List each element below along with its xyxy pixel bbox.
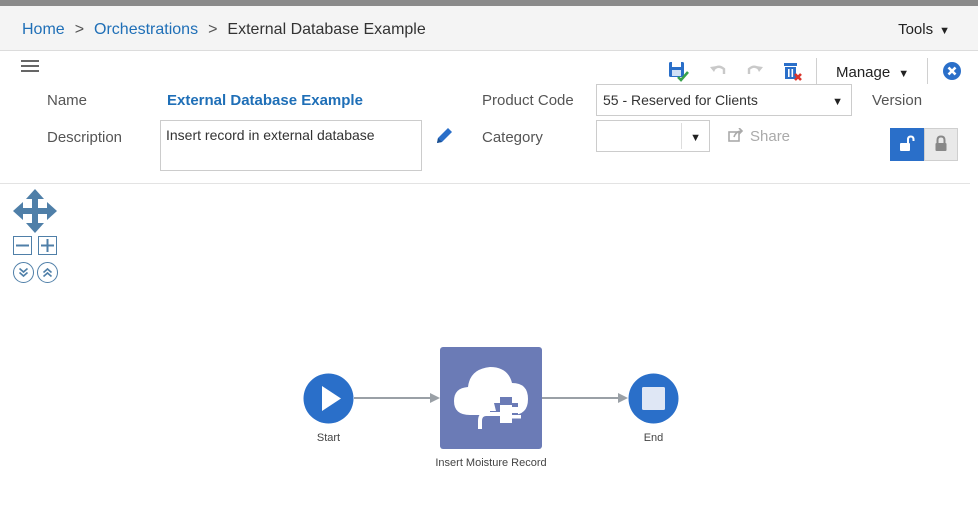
redo-icon[interactable]	[744, 60, 766, 82]
header-divider	[0, 183, 970, 184]
expand-all-button[interactable]	[13, 262, 34, 283]
arrow-head	[618, 393, 628, 403]
undo-icon[interactable]	[707, 60, 729, 82]
delete-icon[interactable]	[781, 60, 803, 82]
product-code-value: 55 - Reserved for Clients	[603, 92, 758, 108]
unlock-button[interactable]	[890, 128, 924, 161]
save-and-validate-icon[interactable]	[667, 60, 689, 82]
toolbar-separator	[927, 58, 928, 84]
insert-moisture-record-step[interactable]	[440, 347, 542, 449]
double-chevron-down-icon	[18, 267, 29, 278]
pencil-icon[interactable]	[433, 125, 455, 147]
lock-toggle	[890, 128, 959, 161]
start-node-label: Start	[316, 432, 341, 444]
end-node[interactable]	[628, 373, 679, 424]
end-node-label: End	[643, 432, 664, 444]
product-code-label: Product Code	[482, 92, 574, 109]
caret-down-icon: ▼	[939, 25, 950, 37]
share-button[interactable]: Share	[728, 127, 791, 145]
minus-icon	[16, 244, 29, 247]
stop-icon	[642, 387, 665, 410]
share-icon	[728, 127, 744, 142]
cloud-plug-icon	[454, 367, 528, 429]
breadcrumb-home-link[interactable]: Home	[22, 21, 65, 38]
arrow-head	[430, 393, 440, 403]
share-label: Share	[750, 128, 791, 145]
breadcrumb-orchestrations-link[interactable]: Orchestrations	[94, 21, 198, 38]
caret-down-icon: ▼	[832, 96, 843, 108]
breadcrumb: Home > Orchestrations > External Database Ex…	[22, 21, 426, 39]
close-icon[interactable]	[942, 61, 962, 81]
manage-label: Manage	[836, 64, 891, 81]
breadcrumb-separator: >	[208, 21, 218, 38]
toolbar-separator	[816, 58, 817, 84]
pan-icon[interactable]	[13, 189, 57, 233]
name-value: External Database Example	[167, 92, 363, 109]
caret-down-icon: ▼	[690, 132, 701, 144]
breadcrumb-separator: >	[74, 21, 85, 38]
caret-down-icon: ▼	[898, 68, 910, 80]
collapse-all-button[interactable]	[37, 262, 58, 283]
manage-menu[interactable]: Manage ▼	[836, 64, 909, 81]
product-code-select[interactable]: 55 - Reserved for Clients ▼	[596, 84, 852, 116]
category-label: Category	[482, 129, 543, 146]
tools-menu[interactable]: Tools ▼	[898, 21, 950, 38]
category-select[interactable]: ▼	[596, 120, 710, 152]
menu-icon[interactable]	[21, 60, 39, 72]
lock-icon	[935, 135, 947, 151]
select-divider	[681, 123, 682, 149]
lock-button[interactable]	[924, 128, 958, 161]
zoom-in-button[interactable]	[38, 236, 57, 255]
description-label: Description	[47, 129, 123, 146]
version-label: Version	[872, 92, 923, 109]
double-chevron-up-icon	[42, 267, 53, 278]
name-label: Name	[47, 92, 88, 109]
breadcrumb-bar: Home > Orchestrations > External Database Ex…	[0, 6, 978, 51]
breadcrumb-current: External Database Example	[227, 21, 426, 38]
unlock-icon	[900, 135, 915, 151]
plus-icon	[41, 239, 54, 252]
tools-label: Tools	[898, 21, 934, 38]
description-field[interactable]: Insert record in external database	[160, 120, 422, 171]
step-label: Insert Moisture Record	[435, 457, 547, 469]
start-node[interactable]	[303, 373, 354, 424]
zoom-out-button[interactable]	[13, 236, 32, 255]
